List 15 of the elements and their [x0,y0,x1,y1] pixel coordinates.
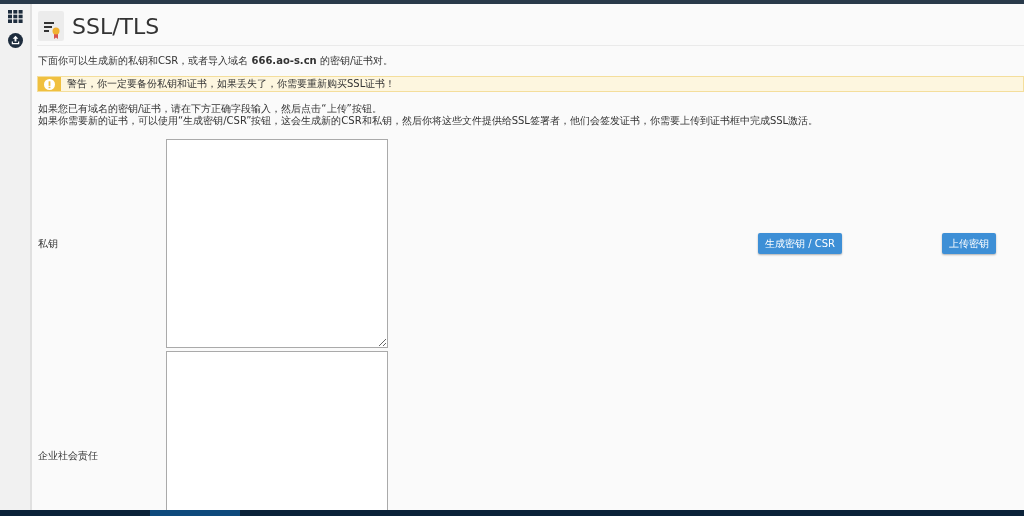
instruction-text: 如果你需要新的证书，可以使用“生成密钥/CSR”按钮，这会生成新的CSR和私钥，然后你将这些文件提供给SSL签署者，他们会签发证书，你需要上传到证书框中完成SSL激活。 [38,115,820,127]
text-area[interactable] [166,351,388,510]
certificate-icon [38,11,64,41]
page-title: SSL/TLS [72,13,160,39]
action-button[interactable]: 上传密钥 [942,233,996,254]
field-label: 企业社会责任 [38,448,99,463]
intro-text: 下面你可以生成新的私钥和CSR，或者导入域名 666.ao-s.cn 的密钥/证书对。 [38,55,395,67]
alert-text: 警告，你一定要备份私钥和证书，如果丢失了，你需要重新购买SSL证书！ [67,77,396,91]
instruction-text: 如果您已有域名的密钥/证书，请在下方正确字段输入，然后点击“上传”按钮。 [38,103,383,115]
upload-icon[interactable] [7,33,23,48]
action-button[interactable]: 生成密钥 / CSR [758,233,842,254]
field-label: 私钥 [38,236,59,251]
text-area[interactable] [166,139,388,348]
taskbar-item[interactable] [150,510,240,516]
apps-grid-icon[interactable] [7,10,23,23]
